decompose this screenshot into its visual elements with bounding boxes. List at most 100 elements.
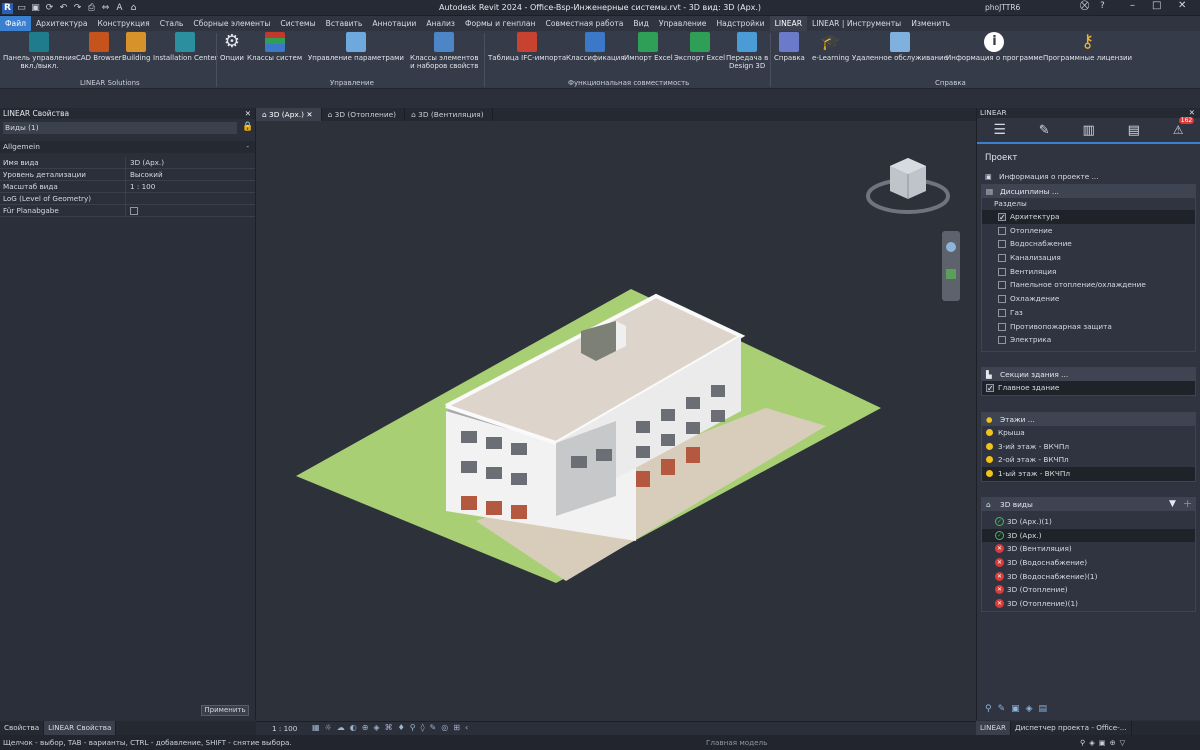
warnings-icon[interactable]: ⚠ 162 [1173, 117, 1195, 137]
discipline-checkbox[interactable] [998, 308, 1006, 317]
prop-value[interactable] [126, 193, 255, 204]
remote-service-button[interactable]: Удаленное обслуживание [852, 32, 948, 62]
discipline-checkbox[interactable] [998, 295, 1006, 304]
tab-steel[interactable]: Сталь [155, 16, 189, 31]
view-control-icons[interactable]: ▦☼☁◐⊕◈⌘♦⚲◊✎◎⊞‹ [312, 723, 473, 732]
options-button[interactable]: ⚙ Опции [220, 32, 244, 63]
program-info-button[interactable]: i Информация о программе [946, 32, 1043, 62]
tab-addins[interactable]: Надстройки [711, 16, 769, 31]
export-excel-button[interactable]: Экспорт Excel [674, 32, 725, 62]
tab-annotate[interactable]: Аннотации [367, 16, 421, 31]
classification-button[interactable]: Классификация [566, 32, 625, 62]
bulb-icon[interactable] [986, 442, 993, 450]
tab-linear[interactable]: LINEAR [976, 721, 1011, 735]
navigation-bar[interactable] [942, 231, 960, 301]
open-icon[interactable]: ▭ [16, 3, 27, 14]
prop-checkbox[interactable] [126, 205, 255, 216]
bulb-icon[interactable] [986, 429, 993, 436]
tab-collaborate[interactable]: Совместная работа [541, 16, 629, 31]
control-panel-button[interactable]: Панель управления вкл./выкл. [3, 32, 76, 70]
print-icon[interactable]: ⎙ [86, 3, 97, 14]
tab-linear[interactable]: LINEAR [769, 16, 808, 31]
tab-modify[interactable]: Изменить [906, 16, 955, 31]
discipline-item[interactable]: Архитектура [982, 210, 1195, 225]
tab-properties[interactable]: Свойства [0, 721, 45, 735]
discipline-item[interactable]: Панельное отопление/охлаждение [982, 278, 1195, 292]
lock-icon[interactable]: 🔒 [242, 122, 253, 132]
discipline-item[interactable]: Вентиляция [982, 265, 1195, 279]
revit-logo-icon[interactable]: R [2, 2, 13, 14]
tab-structure[interactable]: Конструкция [93, 16, 155, 31]
discipline-item[interactable]: Газ [982, 306, 1195, 320]
undo-icon[interactable]: ↶ [58, 3, 69, 14]
model-status[interactable]: Главная модель [706, 735, 767, 750]
disciplines-header[interactable]: ▤ Дисциплины ... [982, 185, 1195, 198]
view-item[interactable]: ✓ 3D (Арх.) [982, 528, 1195, 543]
import-excel-button[interactable]: Импорт Excel [624, 32, 673, 62]
add-icon[interactable]: + [1183, 497, 1192, 510]
bulb-icon[interactable] [986, 456, 993, 464]
tab-3d-ventilation[interactable]: ⌂ 3D (Вентиляция) [405, 108, 493, 121]
tab-3d-heating[interactable]: ⌂ 3D (Отопление) [322, 108, 406, 121]
collapse-icon[interactable]: - [246, 141, 249, 153]
floor-item[interactable]: 2-ой этаж - ВКЧПл [982, 453, 1195, 467]
prop-value[interactable]: Высокий [126, 169, 255, 180]
close-icon[interactable]: ✕ [1178, 0, 1186, 11]
3d-viewport[interactable] [256, 121, 976, 721]
text-icon[interactable]: A [114, 3, 125, 14]
discipline-item[interactable]: Отопление [982, 224, 1195, 238]
view-item[interactable]: ✕ 3D (Отопление) [982, 583, 1195, 597]
status-icons[interactable]: ⚲◈▣⊕▽ [1080, 735, 1129, 750]
tab-file[interactable]: Файл [0, 16, 31, 31]
view-item[interactable]: ✕ 3D (Водоснабжение) [982, 556, 1195, 570]
tab-3d-arch[interactable]: ⌂ 3D (Арх.) ✕ [256, 108, 322, 121]
views-header[interactable]: ⌂ 3D виды ▼ + [982, 497, 1195, 511]
bulb-icon[interactable] [986, 470, 993, 478]
view-item[interactable]: ✕ 3D (Водоснабжение)(1) [982, 570, 1195, 584]
cart-icon[interactable]: ⛒ [1080, 1, 1089, 11]
element-classes-button[interactable]: Классы элементов и наборов свойств [410, 32, 478, 70]
maximize-icon[interactable]: □ [1152, 0, 1161, 11]
discipline-checkbox[interactable] [998, 322, 1006, 331]
discipline-checkbox[interactable] [998, 240, 1006, 249]
view-scale[interactable]: 1 : 100 [272, 724, 297, 733]
building-button[interactable]: Building [122, 32, 150, 62]
elearning-button[interactable]: 🎓 e-Learning [812, 32, 849, 62]
cad-browser-button[interactable]: CAD Browser [76, 32, 122, 62]
minimize-icon[interactable]: – [1130, 0, 1135, 11]
help-icon[interactable]: ? [1100, 1, 1105, 11]
measure-icon[interactable]: ⇔ [100, 3, 111, 14]
building-model[interactable] [256, 121, 976, 721]
ifc-import-table-button[interactable]: Таблица IFC-импорта [488, 32, 566, 62]
columns-icon[interactable]: ▥ [1083, 123, 1095, 138]
tab-precast[interactable]: Сборные элементы [188, 16, 275, 31]
transfer-design3d-button[interactable]: Передача в Design 3D [726, 32, 768, 70]
project-info-item[interactable]: ▣ Информация о проекте ... [981, 170, 1196, 184]
filter-icon[interactable]: ▼ [1169, 498, 1176, 511]
help-button[interactable]: Справка [774, 32, 805, 62]
view-item[interactable]: ✕ 3D (Вентиляция) [982, 542, 1195, 556]
discipline-item[interactable]: Канализация [982, 251, 1195, 265]
tab-view[interactable]: Вид [628, 16, 653, 31]
licenses-button[interactable]: ⚷ Программные лицензии [1043, 32, 1132, 63]
save-icon[interactable]: ▣ [30, 3, 41, 14]
edit-icon[interactable]: ✎ [1039, 123, 1050, 138]
discipline-item[interactable]: Охлаждение [982, 292, 1195, 306]
floor-item[interactable]: 3-ий этаж - ВКЧПл [982, 440, 1195, 454]
home-3d-icon[interactable]: ⌂ [128, 3, 139, 14]
discipline-checkbox[interactable] [998, 226, 1006, 235]
type-selector-value[interactable]: Виды (1) [3, 121, 237, 134]
linear-footer-icons[interactable]: ⚲✎▣◈▤ [985, 704, 1053, 714]
sync-icon[interactable]: ⟳ [44, 3, 55, 14]
discipline-checkbox[interactable] [998, 211, 1006, 225]
user-name[interactable]: phoJTTR6 [985, 3, 1020, 12]
prop-value[interactable]: 1 : 100 [126, 181, 255, 192]
discipline-item[interactable]: Электрика [982, 333, 1195, 347]
menu-icon[interactable]: ☰ [993, 122, 1006, 138]
tab-project-manager[interactable]: Диспетчер проекта - Office-... [1011, 721, 1132, 735]
installation-center-button[interactable]: Installation Center [153, 32, 218, 62]
tab-systems[interactable]: Системы [275, 16, 320, 31]
tab-manage[interactable]: Управление [654, 16, 712, 31]
tab-linear-tools[interactable]: LINEAR | Инструменты [807, 16, 906, 31]
tab-massing[interactable]: Формы и генплан [460, 16, 541, 31]
